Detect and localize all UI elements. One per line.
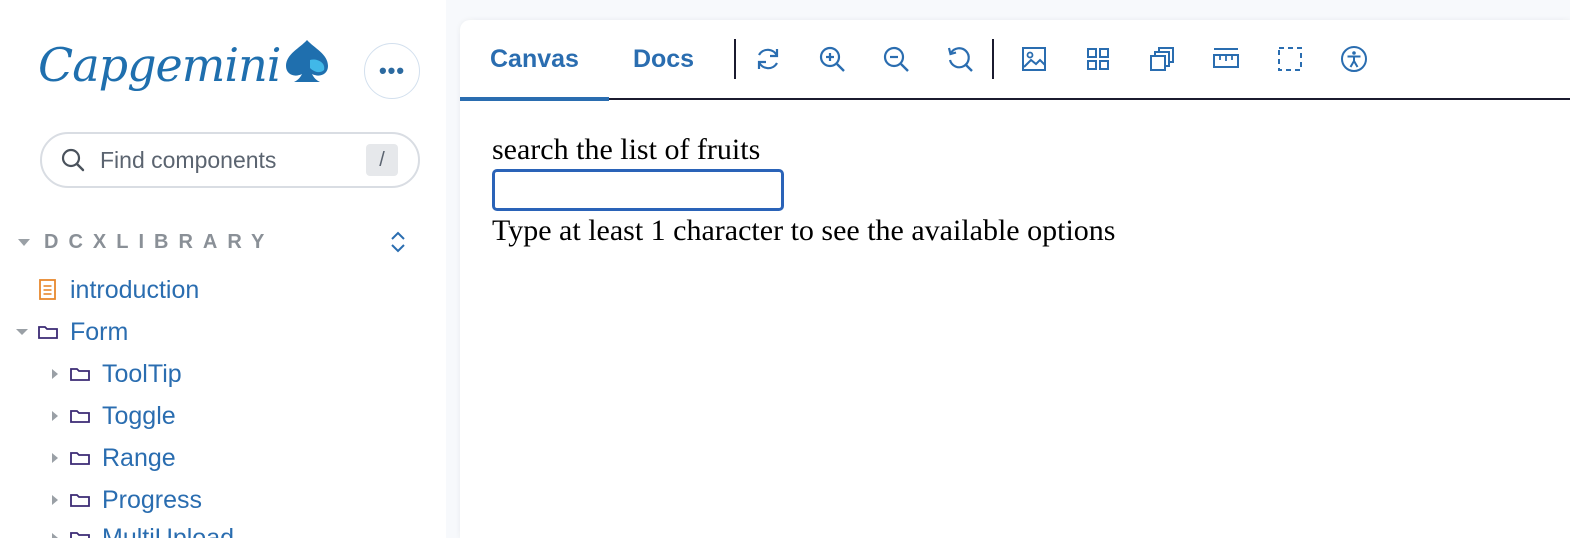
zoom-in-icon bbox=[819, 46, 845, 72]
accessibility-icon bbox=[1341, 46, 1368, 72]
logo-text: Capgemini bbox=[38, 38, 281, 92]
tree-item-toggle[interactable]: Toggle bbox=[52, 396, 176, 436]
toolbar-divider bbox=[992, 39, 995, 79]
collapse-caret-icon[interactable] bbox=[18, 238, 30, 246]
expand-collapse-all-icon[interactable] bbox=[388, 228, 408, 256]
collapsed-caret-icon bbox=[52, 495, 58, 505]
reload-icon bbox=[757, 48, 779, 70]
outline-icon bbox=[1278, 47, 1303, 71]
search-box[interactable]: Find components / bbox=[40, 132, 420, 188]
brand-logo[interactable]: Capgemini bbox=[38, 34, 332, 104]
accessibility-button[interactable] bbox=[1322, 27, 1386, 91]
viewport-button[interactable] bbox=[1130, 27, 1194, 91]
zoom-in-button[interactable] bbox=[800, 27, 864, 91]
reset-zoom-button[interactable] bbox=[928, 27, 992, 91]
canvas-preview: search the list of fruits Type at least … bbox=[492, 132, 1115, 251]
viewport-icon bbox=[1150, 47, 1175, 71]
tree-item-tooltip[interactable]: ToolTip bbox=[52, 354, 182, 394]
folder-icon bbox=[38, 326, 58, 339]
more-options-button[interactable]: ••• bbox=[364, 43, 420, 99]
tree-item-form[interactable]: Form bbox=[16, 312, 128, 352]
zoom-out-icon bbox=[883, 46, 909, 72]
tree-item-label: ToolTip bbox=[102, 359, 182, 388]
reset-zoom-icon bbox=[948, 47, 973, 72]
tree-item-label: introduction bbox=[70, 275, 200, 304]
ruler-icon bbox=[1213, 48, 1240, 68]
fruit-search-hint: Type at least 1 character to see the ava… bbox=[492, 214, 1116, 247]
collapsed-caret-icon bbox=[52, 411, 58, 421]
fruit-search-label: search the list of fruits bbox=[492, 133, 761, 166]
collapsed-caret-icon bbox=[52, 453, 58, 463]
main-panel: Canvas Docs search the list of fruits Ty… bbox=[460, 20, 1570, 538]
collapsed-caret-icon bbox=[52, 369, 58, 379]
folder-icon bbox=[70, 532, 90, 538]
toolbar: Canvas Docs bbox=[460, 19, 1570, 101]
sidebar: Capgemini ••• Find components / DCXLIBRA… bbox=[0, 0, 446, 538]
folder-icon bbox=[70, 494, 90, 507]
search-input[interactable]: Find components bbox=[100, 147, 366, 174]
spade-logo-icon bbox=[286, 40, 329, 82]
measure-button[interactable] bbox=[1194, 27, 1258, 91]
tree-item-range[interactable]: Range bbox=[52, 438, 176, 478]
tree-item-label: Range bbox=[102, 443, 176, 472]
fruit-search-input[interactable] bbox=[492, 169, 784, 211]
tree-item-label: Form bbox=[70, 317, 129, 346]
section-header[interactable]: DCXLIBRARY bbox=[14, 226, 414, 258]
background-button[interactable] bbox=[1002, 27, 1066, 91]
zoom-out-button[interactable] bbox=[864, 27, 928, 91]
collapsed-caret-icon bbox=[52, 533, 58, 538]
section-title: DCXLIBRARY bbox=[44, 230, 275, 253]
grid-button[interactable] bbox=[1066, 27, 1130, 91]
folder-icon bbox=[70, 368, 90, 381]
folder-icon bbox=[70, 410, 90, 423]
tab-canvas[interactable]: Canvas bbox=[460, 19, 609, 101]
tree-item-label: Toggle bbox=[102, 401, 176, 430]
tree-item-multiupload[interactable]: MultiUpload bbox=[52, 518, 234, 538]
tree-item-label: MultiUpload bbox=[102, 523, 235, 538]
tree-item-progress[interactable]: Progress bbox=[52, 480, 202, 520]
tab-docs[interactable]: Docs bbox=[609, 19, 722, 99]
document-icon bbox=[39, 279, 56, 300]
search-shortcut-key: / bbox=[366, 144, 398, 176]
grid-icon bbox=[1087, 48, 1110, 70]
tree-item-label: Progress bbox=[102, 485, 203, 514]
search-icon bbox=[61, 148, 85, 172]
folder-icon bbox=[70, 452, 90, 465]
expanded-caret-icon bbox=[16, 329, 28, 335]
tree-item-introduction[interactable]: introduction bbox=[38, 270, 199, 310]
outline-button[interactable] bbox=[1258, 27, 1322, 91]
reload-button[interactable] bbox=[736, 27, 800, 91]
image-icon bbox=[1022, 47, 1047, 71]
